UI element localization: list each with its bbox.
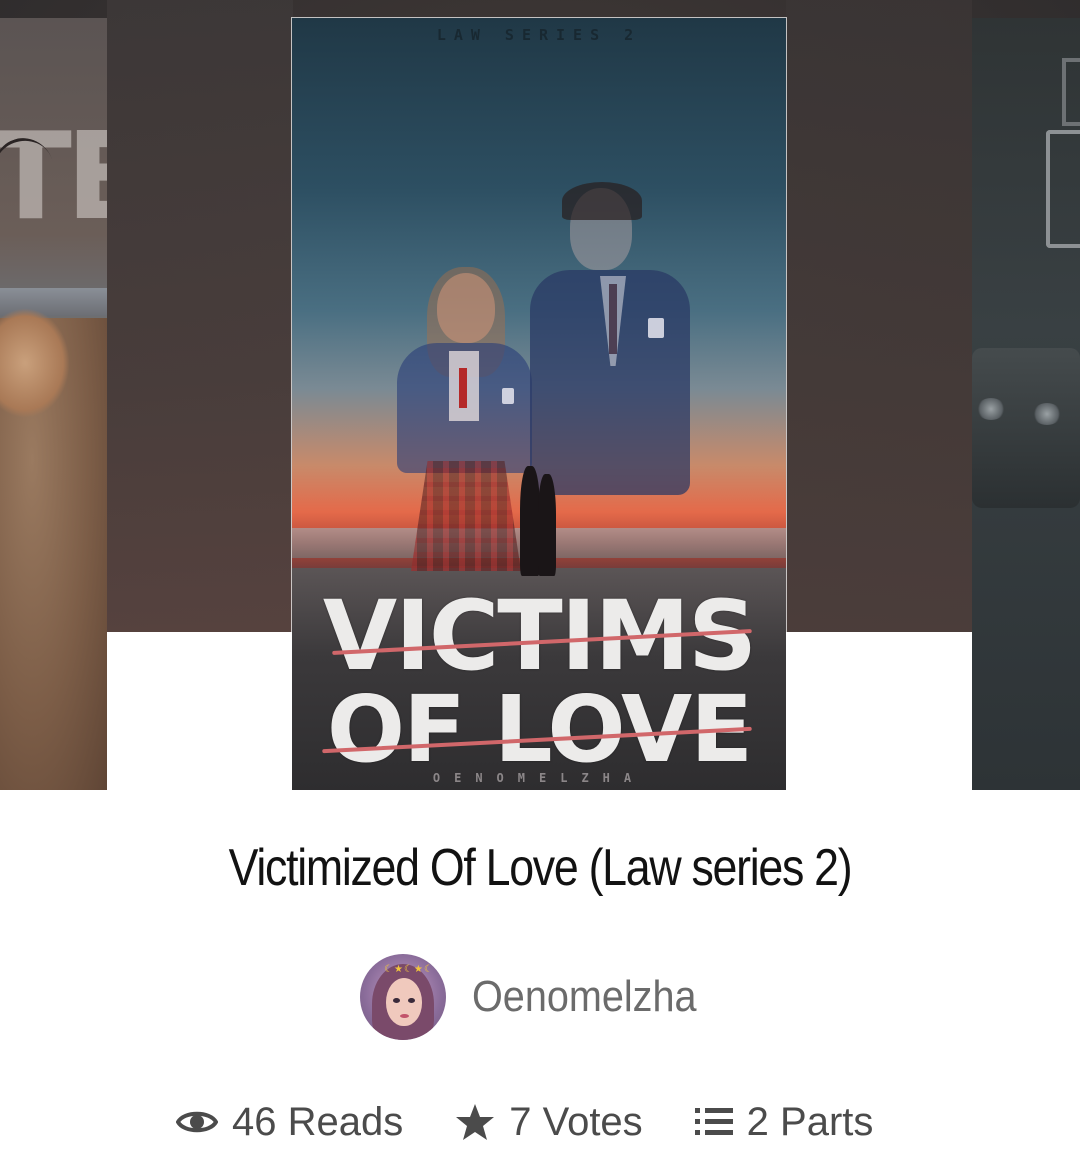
cover-author-label: OENOMELZHA [432,771,646,785]
cover-girl-figure [397,267,532,573]
cover-boy-figure [530,182,695,498]
cover-next-art [1062,58,1080,126]
cover-next-light [1032,403,1062,425]
list-icon [694,1106,733,1138]
cover-next[interactable] [972,18,1080,790]
star-icon [455,1103,495,1141]
cover-title-line-1: VICTIMS [322,580,757,692]
votes-count: 7 Votes [509,1099,643,1144]
story-stats: 46 Reads 7 Votes 2 Parts [176,1092,873,1152]
author-avatar[interactable]: ☾★☾★☾ [360,954,446,1040]
cover-next-car [972,348,1080,508]
cover-next-light [976,398,1006,420]
reads-count: 46 Reads [232,1099,404,1144]
parts-count[interactable]: 2 Parts [747,1100,874,1145]
story-cover[interactable]: LAW SERIES 2 VICTIMS OF LOVE OENOMELZHA [292,18,786,790]
cover-series-label: LAW SERIES 2 [436,26,642,44]
cover-couple-silhouette [538,474,556,576]
author-link[interactable]: ☾★☾★☾ Oenomelzha [360,953,721,1041]
eye-icon [176,1107,218,1137]
cover-next-art-bracket [1046,130,1080,248]
reads-stat: 46 Reads [176,1100,403,1145]
cover-previous[interactable]: TE [0,18,107,790]
cover-previous-figure [0,308,70,418]
votes-stat: 7 Votes [455,1099,643,1145]
parts-stat[interactable]: 2 Parts [694,1100,874,1145]
cover-couple-silhouette [520,466,540,576]
story-title: Victimized Of Love (Law series 2) [228,839,853,897]
author-name[interactable]: Oenomelzha [472,972,697,1022]
